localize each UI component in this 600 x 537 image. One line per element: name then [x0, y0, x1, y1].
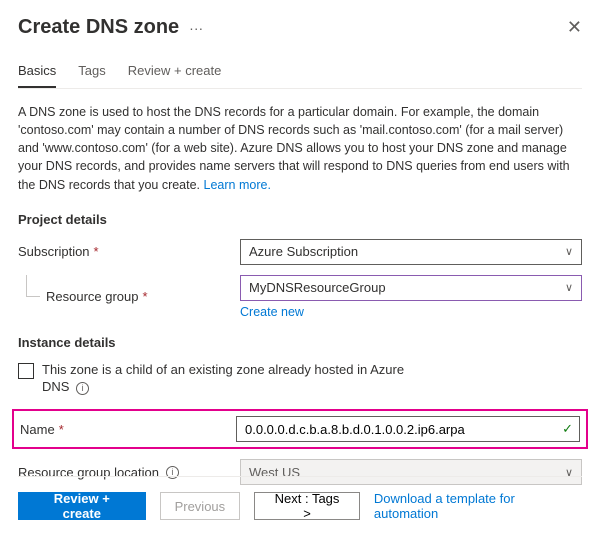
download-template-link[interactable]: Download a template for automation — [374, 491, 582, 521]
footer: Review + create Previous Next : Tags > D… — [18, 476, 582, 521]
zone-name-input[interactable] — [236, 416, 580, 442]
tabs: Basics Tags Review + create — [18, 63, 582, 89]
review-create-button[interactable]: Review + create — [18, 492, 146, 520]
subscription-label: Subscription* — [18, 244, 240, 259]
instance-details-heading: Instance details — [18, 335, 582, 350]
tab-review[interactable]: Review + create — [128, 63, 222, 88]
next-button[interactable]: Next : Tags > — [254, 492, 360, 520]
chevron-down-icon: ∨ — [565, 281, 573, 294]
chevron-down-icon: ∨ — [565, 245, 573, 258]
child-zone-checkbox[interactable] — [18, 363, 34, 379]
tab-tags[interactable]: Tags — [78, 63, 105, 88]
tab-basics[interactable]: Basics — [18, 63, 56, 88]
valid-check-icon: ✓ — [562, 421, 573, 437]
name-row-highlight: Name* ✓ — [12, 409, 588, 449]
description: A DNS zone is used to host the DNS recor… — [18, 103, 582, 194]
more-icon[interactable]: ··· — [189, 20, 203, 36]
resource-group-select[interactable]: MyDNSResourceGroup ∨ — [240, 275, 582, 301]
page-title: Create DNS zone — [18, 16, 179, 39]
project-details-heading: Project details — [18, 212, 582, 227]
info-icon[interactable]: i — [76, 382, 89, 395]
resource-group-label: Resource group* — [18, 289, 240, 304]
learn-more-link[interactable]: Learn more. — [204, 178, 271, 192]
subscription-select[interactable]: Azure Subscription ∨ — [240, 239, 582, 265]
previous-button: Previous — [160, 492, 241, 520]
child-zone-label: This zone is a child of an existing zone… — [42, 362, 422, 396]
create-new-link[interactable]: Create new — [240, 305, 304, 319]
close-icon[interactable]: ✕ — [567, 17, 582, 38]
name-label: Name* — [20, 422, 236, 437]
